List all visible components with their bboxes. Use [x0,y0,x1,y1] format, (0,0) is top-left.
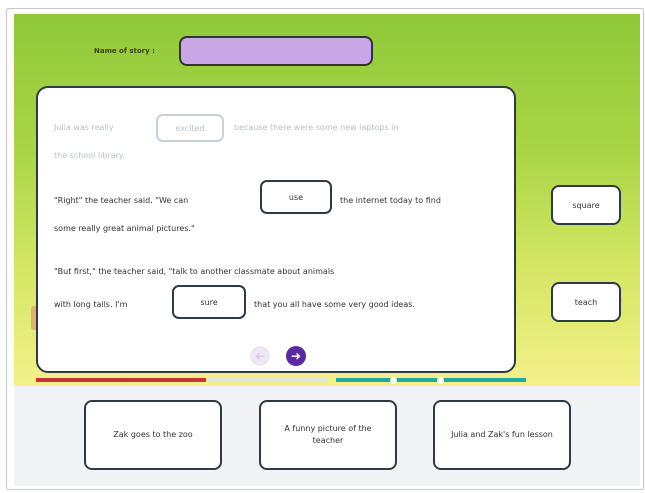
story-name-label: Name of story : [94,47,155,55]
passage-line: "Right" the teacher said. "We can [54,196,189,205]
passage-line: "But first," the teacher said, "talk to … [54,267,335,276]
passage-line: that you all have some very good ideas. [254,300,415,309]
story-choice-card[interactable]: Zak goes to the zoo [84,400,222,470]
story-panel: Julia was really excited because there w… [36,86,516,373]
passage-line: some really great animal pictures." [54,224,195,233]
arrow-right-icon[interactable]: ➜ [286,346,306,366]
story-choice-card[interactable]: A funny picture of the teacher [259,400,397,470]
progress-segment [336,378,526,382]
passage-line: because there were some new laptops in [234,123,399,132]
word-tile-teach[interactable]: teach [551,282,621,322]
story-name-input[interactable] [179,36,373,66]
passage-line: with long tails. I'm [54,300,128,309]
progress-remaining [208,378,328,382]
arrow-left-icon[interactable]: ➜ [250,346,270,366]
progress-marker [390,377,397,384]
filled-blank-excited[interactable]: excited [156,114,224,142]
story-choices-area: Zak goes to the zoo A funny picture of t… [14,386,640,486]
filled-blank-sure[interactable]: sure [172,285,246,319]
passage-line: the school library. [54,151,126,160]
progress-bar [36,376,526,384]
word-tile-square[interactable]: square [551,185,621,225]
progress-completed [36,378,206,382]
story-choice-card[interactable]: Julia and Zak's fun lesson [433,400,571,470]
progress-marker [437,377,444,384]
passage-line: Julia was really [54,123,114,132]
filled-blank-use[interactable]: use [260,180,332,214]
passage-line: the internet today to find [340,196,441,205]
